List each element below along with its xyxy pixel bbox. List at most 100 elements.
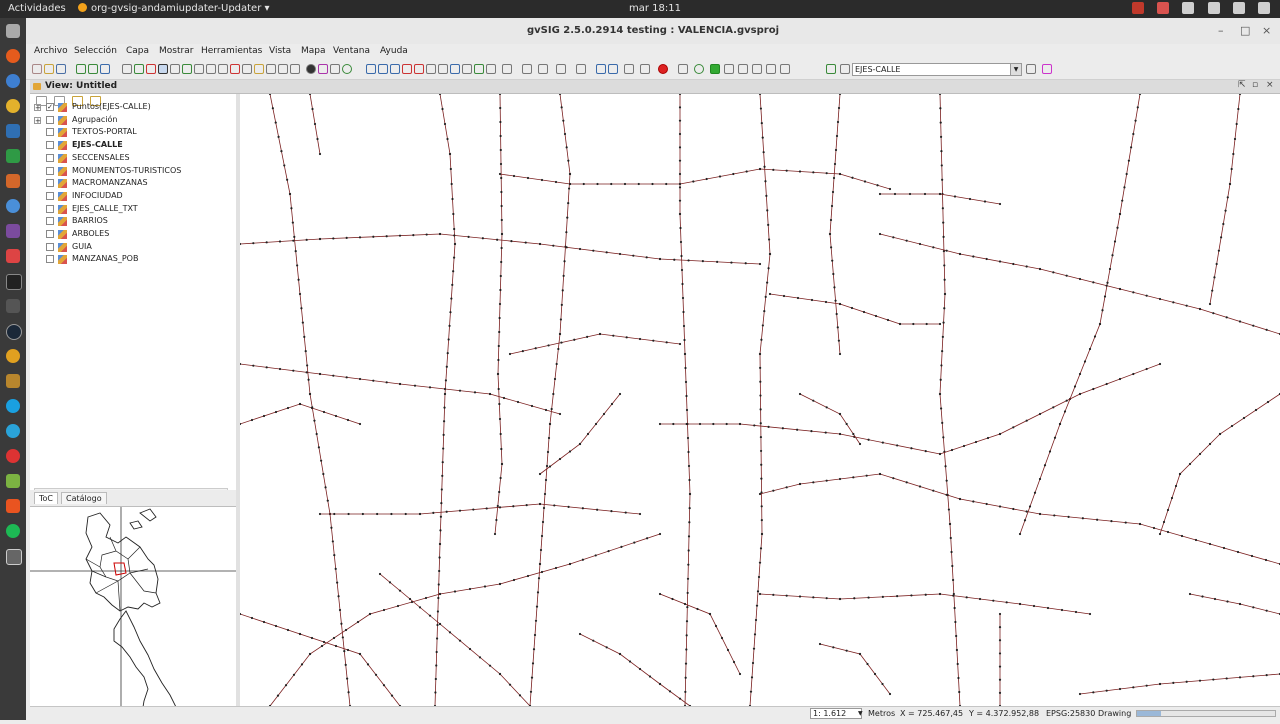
vertex-icon[interactable] <box>766 64 776 74</box>
layer-visibility-checkbox[interactable] <box>46 166 54 175</box>
volume-icon[interactable] <box>1207 2 1220 14</box>
undo-icon[interactable] <box>738 64 748 74</box>
link-icon[interactable] <box>502 64 512 74</box>
layer-options-icon[interactable] <box>1026 64 1036 74</box>
layer-visibility-checkbox[interactable] <box>46 242 54 251</box>
zoom-window-icon[interactable] <box>230 64 240 74</box>
pan-icon[interactable] <box>122 64 132 74</box>
system-tray[interactable] <box>1122 2 1270 17</box>
zoom-plus-icon[interactable] <box>218 64 228 74</box>
globe-icon[interactable] <box>342 64 352 74</box>
select-icon[interactable] <box>366 64 376 74</box>
writer-icon[interactable] <box>6 124 20 138</box>
move-up-icon[interactable] <box>100 64 110 74</box>
clock[interactable]: mar 18:11 <box>600 3 710 14</box>
map-canvas[interactable] <box>240 94 1280 706</box>
select-circle-icon[interactable] <box>402 64 412 74</box>
cut-icon[interactable] <box>538 64 548 74</box>
terminal-icon[interactable] <box>6 274 22 290</box>
table-view-icon[interactable] <box>624 64 634 74</box>
software-center-icon[interactable] <box>6 499 20 513</box>
invert-selection-icon[interactable] <box>462 64 472 74</box>
table-icon[interactable] <box>278 64 288 74</box>
menu-ventana[interactable]: Ventana <box>333 46 370 56</box>
save-icon[interactable] <box>56 64 66 74</box>
locator-overview[interactable] <box>30 506 237 722</box>
battery-icon[interactable] <box>1232 2 1245 14</box>
select-line-icon[interactable] <box>426 64 436 74</box>
clear-selection-icon[interactable] <box>474 64 484 74</box>
firefox-icon[interactable] <box>6 49 20 63</box>
draw-icon[interactable] <box>6 249 20 263</box>
layer-visibility-checkbox[interactable] <box>46 191 54 200</box>
files-icon[interactable] <box>6 24 20 38</box>
layer-visibility-checkbox[interactable]: ✓ <box>46 103 54 111</box>
zoom-in-icon[interactable] <box>158 64 168 74</box>
chevron-down-icon[interactable]: ▼ <box>1010 64 1021 75</box>
stop-icon[interactable] <box>658 64 668 74</box>
active-layer-select[interactable]: EJES-CALLE ▼ <box>852 63 1022 76</box>
view-iconify-button[interactable]: ⇱ <box>1238 80 1246 90</box>
scale-field[interactable]: 1: 1.612 <box>810 708 862 719</box>
tab-catalogo[interactable]: Catálogo <box>61 492 107 504</box>
menu-ayuda[interactable]: Ayuda <box>380 46 408 56</box>
layer-visibility-checkbox[interactable] <box>46 217 54 226</box>
layer-visibility-checkbox[interactable] <box>46 230 54 238</box>
window-titlebar[interactable]: gvSIG 2.5.0.2914 testing : VALENCIA.gvsp… <box>26 18 1280 45</box>
close-button[interactable]: × <box>1262 24 1271 37</box>
zoom-selection-icon[interactable] <box>146 64 156 74</box>
impress-icon[interactable] <box>6 174 20 188</box>
maximize-button[interactable]: □ <box>1240 24 1250 37</box>
measure-icon[interactable] <box>266 64 276 74</box>
menu-seleccion[interactable]: Selección <box>74 46 117 56</box>
redo-icon[interactable] <box>752 64 762 74</box>
menu-capa[interactable]: Capa <box>126 46 149 56</box>
web-icon[interactable] <box>694 64 704 74</box>
layout-icon[interactable] <box>596 64 606 74</box>
filter-icon[interactable] <box>450 64 460 74</box>
zoom-search-icon[interactable] <box>608 64 618 74</box>
select-rect-icon[interactable] <box>378 64 388 74</box>
edit-layer-icon[interactable] <box>724 64 734 74</box>
view-maximize-button[interactable]: ▫ <box>1252 80 1258 90</box>
layer-visibility-checkbox[interactable] <box>46 115 54 124</box>
info-icon[interactable] <box>306 64 316 74</box>
paint-icon[interactable] <box>826 64 836 74</box>
view-titlebar[interactable]: View: Untitled ⇱ ▫ × <box>30 80 1280 94</box>
print-icon[interactable] <box>330 64 340 74</box>
chromium-icon[interactable] <box>6 199 20 213</box>
hyperlink-icon[interactable] <box>318 64 328 74</box>
crs-label[interactable]: EPSG:25830 <box>1046 709 1095 718</box>
tools-icon[interactable] <box>678 64 688 74</box>
thunderbird-icon[interactable] <box>6 74 20 88</box>
camera-icon[interactable] <box>1132 2 1145 14</box>
gmail-icon[interactable] <box>6 449 20 463</box>
menu-mostrar[interactable]: Mostrar <box>159 46 193 56</box>
app-menu[interactable]: org-gvsig-andamiupdater-Updater ▾ <box>78 3 270 14</box>
units-label[interactable]: Metros <box>868 709 895 718</box>
zoom-extent-icon[interactable] <box>134 64 144 74</box>
street-network[interactable] <box>240 94 1280 706</box>
zoom-previous-icon[interactable] <box>182 64 192 74</box>
add-layer-icon[interactable] <box>88 64 98 74</box>
wifi-icon[interactable] <box>1182 2 1195 14</box>
minimize-button[interactable]: – <box>1218 24 1224 37</box>
qgis-icon[interactable] <box>6 474 20 488</box>
chrome-icon[interactable] <box>6 99 20 113</box>
locator-map[interactable] <box>30 507 236 722</box>
zoom-layer-icon[interactable] <box>194 64 204 74</box>
archive-icon[interactable] <box>6 374 20 388</box>
gear-icon[interactable] <box>640 64 650 74</box>
layer-visibility-checkbox[interactable] <box>46 204 54 213</box>
layer-visibility-checkbox[interactable] <box>46 179 54 188</box>
select-buffer-icon[interactable] <box>414 64 424 74</box>
zoom-out-icon[interactable] <box>170 64 180 74</box>
menu-mapa[interactable]: Mapa <box>301 46 326 56</box>
menu-archivo[interactable]: Archivo <box>34 46 68 56</box>
spotify-icon[interactable] <box>6 524 20 538</box>
snap-icon[interactable] <box>556 64 566 74</box>
zoom-minus-icon[interactable] <box>206 64 216 74</box>
active-window-icon[interactable] <box>6 549 22 565</box>
copy-icon[interactable] <box>522 64 532 74</box>
select-all-icon[interactable] <box>486 64 496 74</box>
